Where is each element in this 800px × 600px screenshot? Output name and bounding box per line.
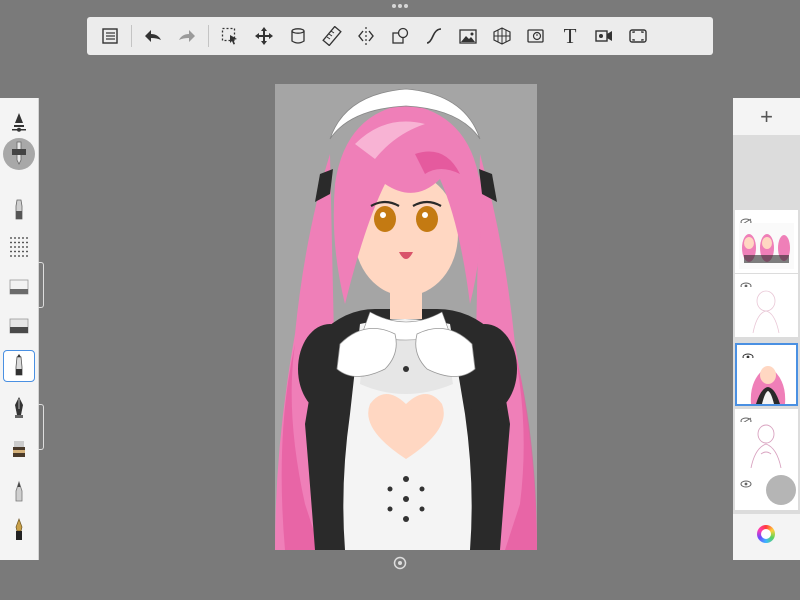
text-tool-label: T: [563, 23, 577, 48]
image-import-icon[interactable]: [451, 19, 485, 53]
top-toolbar: T: [87, 17, 713, 55]
add-layer-button[interactable]: +: [733, 98, 800, 135]
layer-thumbnail: [741, 358, 796, 404]
canvas-rotate-handle[interactable]: [393, 556, 407, 570]
symmetry-icon[interactable]: [349, 19, 383, 53]
layer-sketch[interactable]: [735, 274, 798, 337]
layer-lineart[interactable]: [735, 409, 798, 472]
move-icon[interactable]: [247, 19, 281, 53]
layers-list-icon[interactable]: [93, 19, 127, 53]
eye-hidden-icon[interactable]: [740, 412, 752, 425]
layer-thumbnail: [739, 223, 794, 269]
selection-icon[interactable]: [213, 19, 247, 53]
perspective-grid-icon[interactable]: [485, 19, 519, 53]
stipple-icon[interactable]: [3, 231, 35, 263]
marker-icon[interactable]: [3, 194, 35, 226]
video-record-icon[interactable]: [587, 19, 621, 53]
plus-icon: +: [760, 103, 773, 129]
flat-brush-icon[interactable]: [3, 434, 35, 466]
color-wheel-icon[interactable]: [757, 525, 775, 543]
shapes-icon[interactable]: [383, 19, 417, 53]
eye-visible-icon[interactable]: [740, 475, 752, 488]
fountain-pen-icon[interactable]: [3, 514, 35, 546]
brush-strip-top: [3, 146, 35, 158]
undo-icon[interactable]: [136, 19, 170, 53]
redo-icon[interactable]: [170, 19, 204, 53]
eraser-hard-icon[interactable]: [3, 310, 35, 342]
eraser-soft-icon[interactable]: [3, 271, 35, 303]
chisel-marker-icon[interactable]: [3, 476, 35, 508]
layer-thumbnail: [739, 287, 794, 334]
eye-visible-icon[interactable]: [742, 348, 754, 361]
layer-reference-sheet[interactable]: [735, 210, 798, 273]
timelapse-icon[interactable]: [519, 19, 553, 53]
opacity-slider[interactable]: [38, 262, 44, 308]
background-color-swatch[interactable]: [766, 475, 796, 505]
toolbar-divider: [208, 25, 209, 47]
size-slider[interactable]: [38, 404, 44, 450]
ink-pen-icon[interactable]: [3, 392, 35, 424]
curve-icon[interactable]: [417, 19, 451, 53]
eye-visible-icon[interactable]: [740, 277, 752, 290]
fill-bucket-icon[interactable]: [281, 19, 315, 53]
airbrush-icon[interactable]: [3, 106, 35, 138]
eye-hidden-icon[interactable]: [740, 213, 752, 226]
ballpoint-pen-icon[interactable]: [3, 350, 35, 382]
ruler-icon[interactable]: [315, 19, 349, 53]
artwork-maid-girl: [275, 84, 537, 550]
toolbar-divider: [131, 25, 132, 47]
fullscreen-icon[interactable]: [621, 19, 655, 53]
drawing-canvas[interactable]: [275, 84, 537, 550]
drag-handle[interactable]: [392, 4, 408, 10]
layer-color[interactable]: [735, 343, 798, 406]
layer-thumbnail: [739, 422, 794, 469]
text-tool-icon[interactable]: T: [553, 19, 587, 53]
